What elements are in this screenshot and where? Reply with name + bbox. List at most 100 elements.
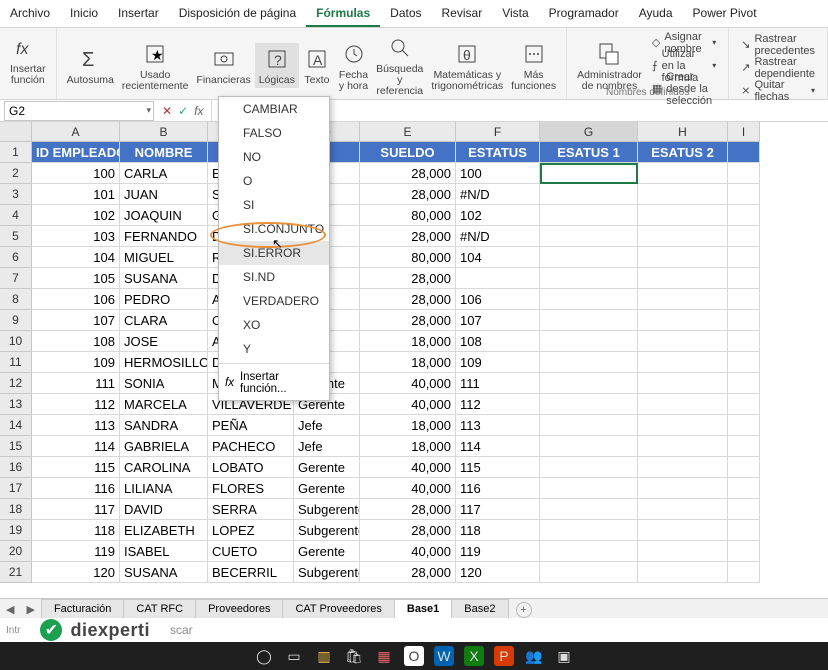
cell[interactable] xyxy=(728,226,760,247)
taskbar-excel-icon[interactable]: X xyxy=(464,646,484,666)
ribbon-tab-fórmulas[interactable]: Fórmulas xyxy=(306,0,380,27)
cell[interactable]: Gerente xyxy=(294,541,360,562)
logical-button[interactable]: ? Lógicas xyxy=(255,43,299,88)
row-header[interactable]: 4 xyxy=(0,205,32,226)
cell[interactable]: LOBATO xyxy=(208,457,294,478)
cell[interactable]: 80,000 xyxy=(360,205,456,226)
cell[interactable]: 40,000 xyxy=(360,457,456,478)
cell[interactable]: Subgerente xyxy=(294,562,360,583)
sheet-tab[interactable]: CAT Proveedores xyxy=(282,599,394,620)
taskbar-word-icon[interactable]: W xyxy=(434,646,454,666)
cell[interactable] xyxy=(728,205,760,226)
cell[interactable] xyxy=(638,457,728,478)
cell[interactable]: 116 xyxy=(32,478,120,499)
cell[interactable]: 28,000 xyxy=(360,520,456,541)
cell[interactable] xyxy=(540,289,638,310)
cell[interactable]: SERRA xyxy=(208,499,294,520)
cell[interactable]: 40,000 xyxy=(360,394,456,415)
cell[interactable]: FERNANDO xyxy=(120,226,208,247)
cell[interactable] xyxy=(638,184,728,205)
cell[interactable] xyxy=(728,163,760,184)
cell[interactable]: SANDRA xyxy=(120,415,208,436)
cell[interactable]: Subgerente xyxy=(294,520,360,541)
cell[interactable]: 118 xyxy=(456,520,540,541)
cell[interactable] xyxy=(728,415,760,436)
row-header[interactable]: 21 xyxy=(0,562,32,583)
cell[interactable] xyxy=(638,289,728,310)
cell[interactable]: CAROLINA xyxy=(120,457,208,478)
cell[interactable]: 119 xyxy=(456,541,540,562)
text-button[interactable]: A Texto xyxy=(299,43,335,88)
cell[interactable]: 40,000 xyxy=(360,478,456,499)
cell[interactable] xyxy=(540,226,638,247)
cell[interactable] xyxy=(540,184,638,205)
row-header[interactable]: 16 xyxy=(0,457,32,478)
cell[interactable] xyxy=(638,436,728,457)
cell[interactable]: 108 xyxy=(456,331,540,352)
cell[interactable] xyxy=(638,352,728,373)
cell[interactable]: JOSE xyxy=(120,331,208,352)
cell[interactable] xyxy=(728,520,760,541)
cell[interactable] xyxy=(540,310,638,331)
cell[interactable] xyxy=(638,373,728,394)
cell[interactable] xyxy=(638,562,728,583)
cell[interactable] xyxy=(728,562,760,583)
cell[interactable]: PEDRO xyxy=(120,289,208,310)
fx-icon[interactable]: fx xyxy=(194,104,203,118)
cell[interactable]: HERMOSILLO xyxy=(120,352,208,373)
cell[interactable]: 18,000 xyxy=(360,436,456,457)
cell[interactable]: 111 xyxy=(456,373,540,394)
ribbon-tab-disposición-de-página[interactable]: Disposición de página xyxy=(169,0,306,27)
column-header[interactable]: I xyxy=(728,122,760,142)
row-header[interactable]: 19 xyxy=(0,520,32,541)
cell[interactable]: 120 xyxy=(32,562,120,583)
cell[interactable]: ELIZABETH xyxy=(120,520,208,541)
cell[interactable]: 102 xyxy=(32,205,120,226)
dropdown-item-xo[interactable]: XO xyxy=(219,313,329,337)
cell[interactable]: 28,000 xyxy=(360,562,456,583)
cell[interactable] xyxy=(540,436,638,457)
ribbon-tab-datos[interactable]: Datos xyxy=(380,0,431,27)
cell[interactable] xyxy=(540,520,638,541)
ribbon-tab-archivo[interactable]: Archivo xyxy=(0,0,60,27)
cell[interactable] xyxy=(638,478,728,499)
cancel-formula-icon[interactable]: ✕ xyxy=(162,104,172,118)
table-header-cell[interactable]: ESTATUS xyxy=(456,142,540,163)
cell[interactable] xyxy=(728,352,760,373)
cell[interactable]: 103 xyxy=(32,226,120,247)
cell[interactable]: 119 xyxy=(32,541,120,562)
cell[interactable] xyxy=(638,394,728,415)
autosum-button[interactable]: Σ Autosuma xyxy=(63,43,118,88)
cell[interactable]: 104 xyxy=(32,247,120,268)
dropdown-item-si-error[interactable]: SI.ERROR xyxy=(219,241,329,265)
cell[interactable]: 117 xyxy=(456,499,540,520)
row-header[interactable]: 17 xyxy=(0,478,32,499)
cell[interactable]: 109 xyxy=(456,352,540,373)
dropdown-item-falso[interactable]: FALSO xyxy=(219,121,329,145)
trace-dependents-button[interactable]: ↗Rastrear dependiente xyxy=(741,57,815,78)
cell[interactable]: 40,000 xyxy=(360,541,456,562)
cell[interactable]: 118 xyxy=(32,520,120,541)
cell[interactable]: 100 xyxy=(32,163,120,184)
cell[interactable] xyxy=(728,394,760,415)
taskbar-app-icon[interactable]: ▣ xyxy=(554,646,574,666)
ribbon-tab-ayuda[interactable]: Ayuda xyxy=(629,0,683,27)
cell[interactable] xyxy=(540,499,638,520)
cell[interactable] xyxy=(728,541,760,562)
ribbon-tab-programador[interactable]: Programador xyxy=(539,0,629,27)
cell[interactable] xyxy=(728,184,760,205)
sheet-tab[interactable]: Proveedores xyxy=(195,599,283,620)
column-header[interactable]: E xyxy=(360,122,456,142)
cell[interactable]: SUSANA xyxy=(120,562,208,583)
cell[interactable] xyxy=(728,289,760,310)
cell[interactable]: 28,000 xyxy=(360,184,456,205)
cell[interactable]: SUSANA xyxy=(120,268,208,289)
cell[interactable] xyxy=(728,499,760,520)
row-header[interactable]: 9 xyxy=(0,310,32,331)
row-header[interactable]: 7 xyxy=(0,268,32,289)
cell[interactable] xyxy=(540,373,638,394)
taskbar-cortana-icon[interactable]: ◯ xyxy=(254,646,274,666)
trace-precedents-button[interactable]: ↘Rastrear precedentes xyxy=(741,34,815,55)
date-time-button[interactable]: Fecha y hora xyxy=(335,38,372,94)
cell[interactable]: 18,000 xyxy=(360,331,456,352)
